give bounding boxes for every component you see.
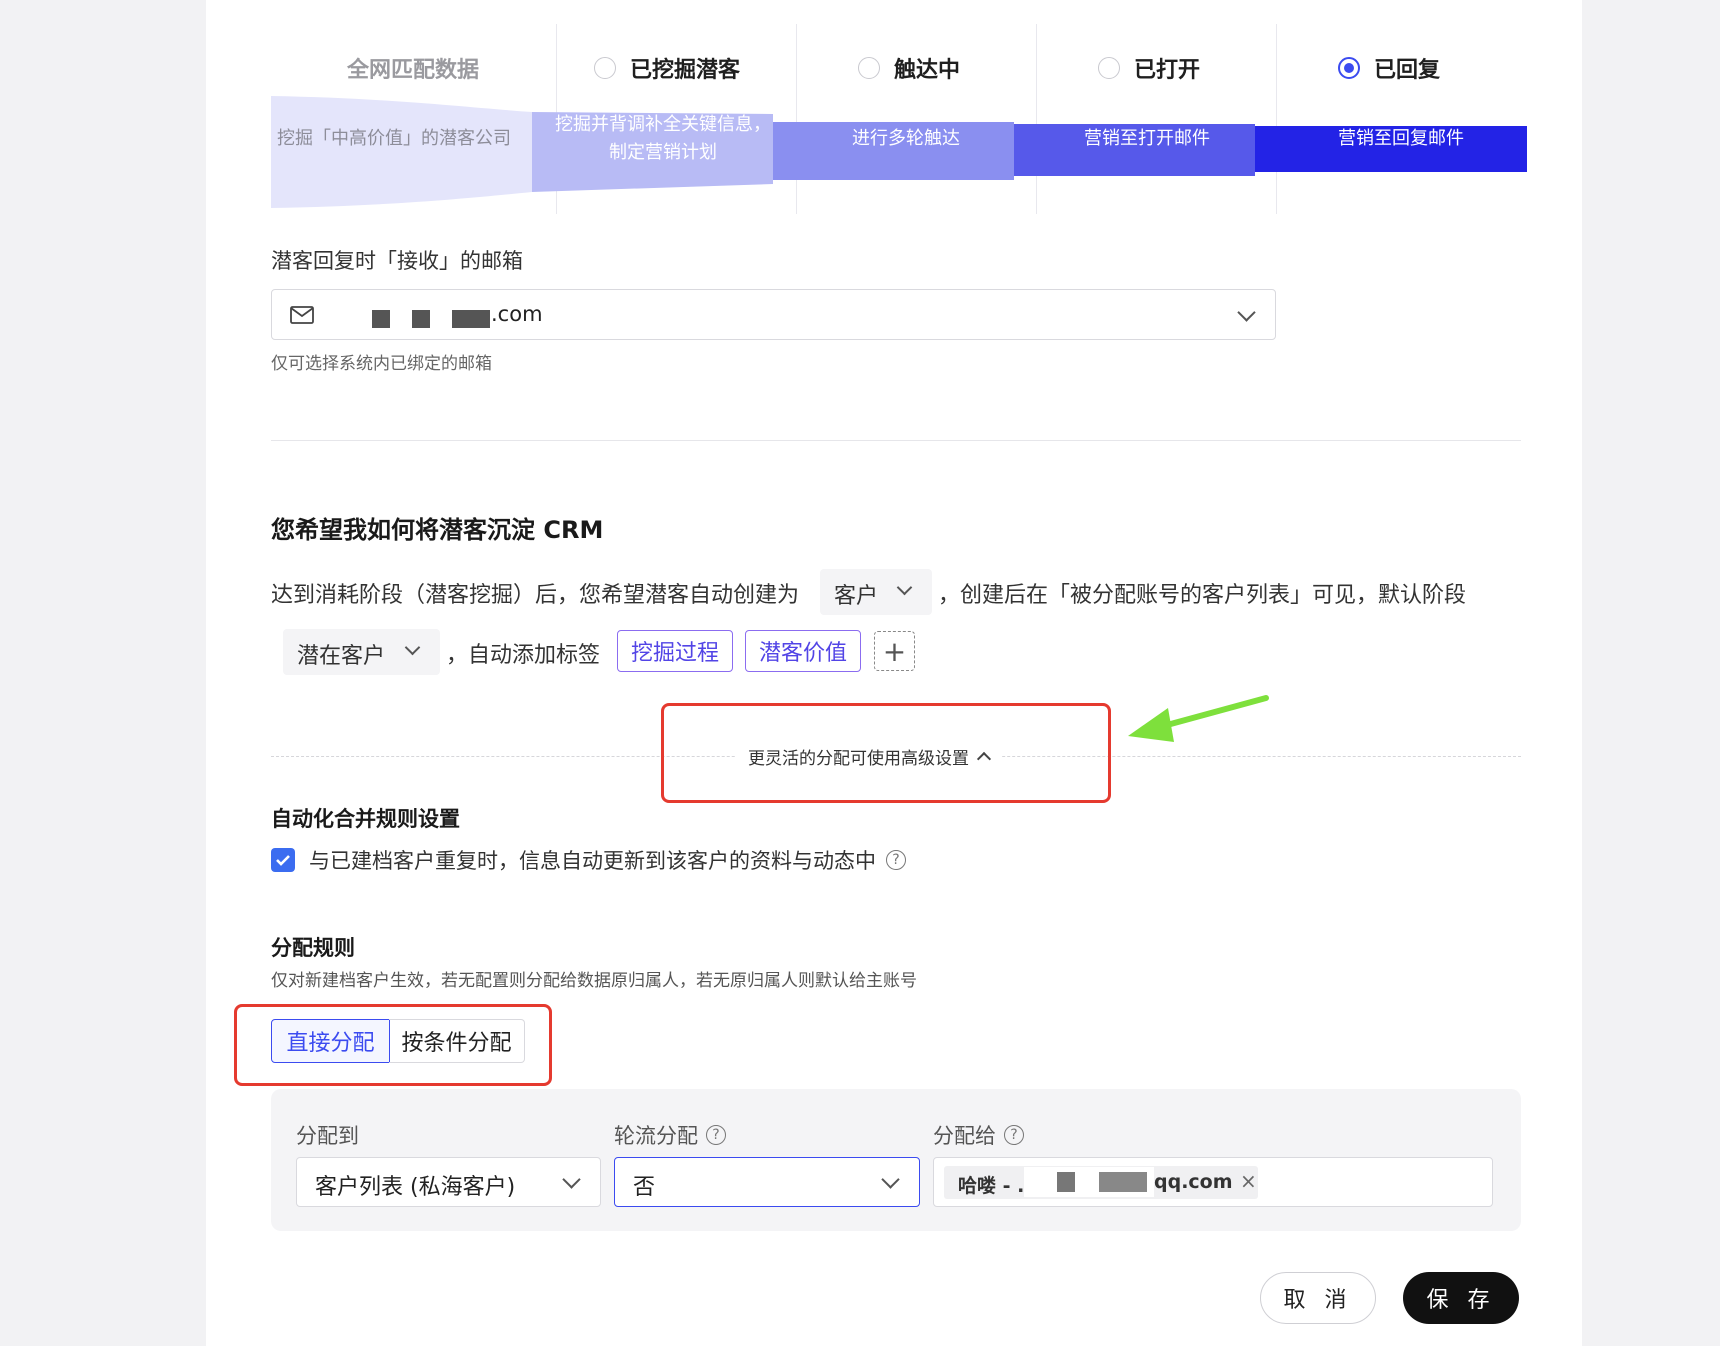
radio-icon[interactable] xyxy=(594,57,616,79)
divider xyxy=(271,440,1521,441)
plus-icon: + xyxy=(882,634,907,668)
assignee-select[interactable]: 哈喽 - . qq.com × xyxy=(933,1157,1493,1207)
help-icon[interactable]: ? xyxy=(1004,1125,1024,1145)
chevron-down-icon xyxy=(562,1170,581,1189)
add-tag-button[interactable]: + xyxy=(874,631,915,671)
round-robin-select[interactable]: 否 xyxy=(614,1157,920,1207)
assign-to-select[interactable]: 客户列表 (私海客户) xyxy=(296,1157,601,1207)
round-robin-value: 否 xyxy=(633,1175,656,1200)
funnel-step-2b: 制定营销计划 xyxy=(609,142,717,163)
assign-to-value: 客户列表 (私海客户) xyxy=(315,1175,516,1200)
help-icon[interactable]: ? xyxy=(706,1125,726,1145)
cancel-button[interactable]: 取 消 xyxy=(1260,1272,1376,1324)
crm-section-title: 您希望我如何将潜客沉淀 CRM xyxy=(271,516,604,544)
create-as-select[interactable]: 客户 xyxy=(820,569,932,615)
stage-option-opened[interactable]: 已打开 xyxy=(1098,52,1200,84)
mailbox-value-suffix: .com xyxy=(491,302,543,326)
funnel-step-3: 进行多轮触达 xyxy=(852,128,960,149)
redacted-block xyxy=(1057,1172,1075,1192)
chevron-down-icon xyxy=(404,639,421,656)
merge-checkbox-row[interactable]: 与已建档客户重复时，信息自动更新到该客户的资料与动态中 ? xyxy=(271,845,906,875)
crm-sentence-part3: ，自动添加标签 xyxy=(446,643,601,668)
assign-give-label: 分配给 xyxy=(933,1124,996,1148)
assign-title: 分配规则 xyxy=(271,936,355,960)
funnel-step-5: 营销至回复邮件 xyxy=(1338,128,1464,149)
assign-hint: 仅对新建档客户生效，若无配置则分配给数据原归属人，若无原归属人则默认给主账号 xyxy=(271,971,917,991)
funnel-step-4: 营销至打开邮件 xyxy=(1084,128,1210,149)
stage-option-label: 已打开 xyxy=(1134,58,1201,83)
merge-checkbox-label: 与已建档客户重复时，信息自动更新到该客户的资料与动态中 xyxy=(309,849,876,873)
annotation-arrow-icon xyxy=(1128,695,1269,742)
stage-option-replied[interactable]: 已回复 xyxy=(1338,52,1440,84)
redacted-block xyxy=(412,310,430,328)
chevron-down-icon xyxy=(881,1170,900,1189)
stage-option-label: 已回复 xyxy=(1374,58,1441,83)
funnel-step-1: 挖掘「中高价值」的潜客公司 xyxy=(277,128,511,149)
stage-option-label: 已挖掘潜客 xyxy=(630,58,741,83)
settings-page: 全网匹配数据 已挖掘潜客 触达中 已打开 已回复 挖掘「中高价值」的潜客公司 挖… xyxy=(206,0,1582,1346)
radio-icon[interactable] xyxy=(1098,57,1120,79)
crm-sentence-part2: ，创建后在「被分配账号的客户列表」可见，默认阶段 xyxy=(938,583,1467,608)
save-button[interactable]: 保 存 xyxy=(1403,1272,1519,1324)
checkbox-checked-icon[interactable] xyxy=(271,848,295,872)
annotation-highlight-box xyxy=(234,1004,552,1086)
assign-to-label: 分配到 xyxy=(296,1124,359,1148)
close-icon[interactable]: × xyxy=(1240,1169,1257,1193)
radio-icon[interactable] xyxy=(858,57,880,79)
mailbox-label: 潜客回复时「接收」的邮箱 xyxy=(271,249,523,273)
tag-mining-process[interactable]: 挖掘过程 xyxy=(617,630,733,672)
mail-icon xyxy=(290,306,314,324)
redacted-block xyxy=(452,310,490,328)
chevron-down-icon xyxy=(896,579,913,596)
round-robin-label: 轮流分配 xyxy=(614,1124,698,1148)
tag-prospect-value[interactable]: 潜客价值 xyxy=(745,630,861,672)
crm-sentence-part1: 达到消耗阶段（潜客挖掘）后，您希望潜客自动创建为 xyxy=(271,583,800,608)
merge-title: 自动化合并规则设置 xyxy=(271,807,460,831)
assignee-tag-suffix: qq.com xyxy=(1154,1171,1233,1193)
create-as-value: 客户 xyxy=(834,584,879,609)
annotation-highlight-box xyxy=(661,703,1111,803)
assign-give-label-row: 分配给 ? xyxy=(933,1120,1024,1150)
stage-option-reaching[interactable]: 触达中 xyxy=(858,52,960,84)
radio-selected-icon[interactable] xyxy=(1338,57,1360,79)
default-stage-value: 潜在客户 xyxy=(297,644,386,669)
default-stage-select[interactable]: 潜在客户 xyxy=(283,629,440,675)
stage-option-mined[interactable]: 已挖掘潜客 xyxy=(594,52,740,84)
help-icon[interactable]: ? xyxy=(886,850,906,870)
stage-option-label: 触达中 xyxy=(894,58,961,83)
redacted-block xyxy=(372,310,390,328)
redacted-block xyxy=(1099,1172,1147,1192)
assignee-tag-prefix: 哈喽 - . xyxy=(958,1175,1025,1197)
mailbox-hint: 仅可选择系统内已绑定的邮箱 xyxy=(271,354,492,374)
funnel-step-2a: 挖掘并背调补全关键信息， xyxy=(555,114,771,135)
round-robin-label-row: 轮流分配 ? xyxy=(614,1120,726,1150)
stage-first-label: 全网匹配数据 xyxy=(347,58,480,83)
mailbox-select[interactable]: .com xyxy=(271,289,1276,340)
chevron-down-icon xyxy=(1237,303,1256,322)
